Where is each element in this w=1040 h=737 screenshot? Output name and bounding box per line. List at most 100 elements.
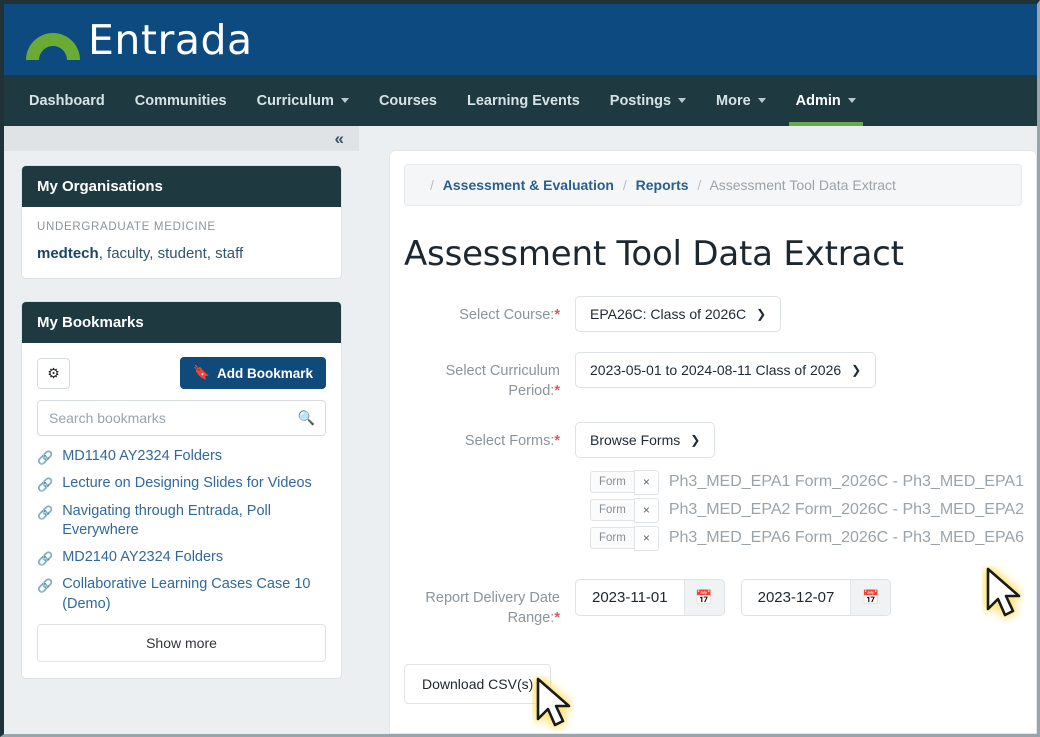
date-field-start[interactable]: 2023-11-01 📅 [575, 578, 725, 616]
list-item[interactable]: 🔗 MD2140 AY2324 Folders [37, 548, 326, 567]
main-navigation: Dashboard Communities Curriculum Courses… [4, 75, 1037, 126]
selected-forms-list: Form × Ph3_MED_EPA1 Form_2026C - Ph3_MED… [590, 469, 1036, 551]
breadcrumb-separator: / [430, 177, 434, 193]
panel-title-organisations: My Organisations [22, 166, 341, 207]
list-item[interactable]: 🔗 Collaborative Learning Cases Case 10 (… [37, 575, 326, 614]
form-row-select-forms: Select Forms:* Browse Forms ❯ [390, 421, 1036, 458]
chevron-down-icon [340, 98, 349, 103]
add-bookmark-button[interactable]: 🔖 Add Bookmark [180, 357, 326, 389]
nav-label: Dashboard [29, 92, 105, 109]
organisation-name: UNDERGRADUATE MEDICINE [37, 221, 216, 233]
label-select-curriculum-period: Select Curriculum Period:* [390, 352, 575, 402]
select-course-value: EPA26C: Class of 2026C [590, 306, 747, 322]
selected-form-name: Ph3_MED_EPA2 Form_2026C - Ph3_MED_EPA2 [668, 501, 1024, 519]
chip-type-label: Form [590, 499, 634, 522]
start-date-value[interactable]: 2023-11-01 [576, 580, 684, 615]
end-date-value[interactable]: 2023-12-07 [742, 580, 851, 615]
nav-item-more[interactable]: More [701, 75, 781, 126]
panel-title-bookmarks: My Bookmarks [22, 302, 341, 343]
nav-item-communities[interactable]: Communities [120, 75, 242, 126]
label-select-course: Select Course:* [390, 296, 575, 325]
nav-label: Courses [378, 92, 437, 109]
nav-label: Postings [609, 92, 672, 109]
sidebar-collapse-bar: « [4, 126, 359, 151]
bookmark-settings-button[interactable]: ⚙ [37, 357, 70, 389]
nav-item-courses[interactable]: Courses [364, 75, 452, 126]
calendar-icon[interactable]: 📅 [683, 579, 724, 615]
bookmark-label: Collaborative Learning Cases Case 10 (De… [62, 576, 311, 612]
select-curriculum-period-dropdown[interactable]: 2023-05-01 to 2024-08-11 Class of 2026 ❯ [575, 352, 877, 388]
page-body: « My Organisations UNDERGRADUATE MEDICIN… [4, 126, 1037, 734]
selected-form-row: Form × Ph3_MED_EPA1 Form_2026C - Ph3_MED… [590, 469, 1036, 495]
browser-viewport: Entrada Dashboard Communities Curriculum… [0, 0, 1040, 737]
required-asterisk: * [554, 383, 560, 400]
label-text: Select Course: [459, 307, 555, 323]
brand-name: Entrada [88, 16, 253, 64]
organisation-roles: medtech, faculty, student, staff [37, 245, 326, 262]
link-icon: 🔗 [37, 450, 54, 465]
breadcrumb-item-assessment-evaluation[interactable]: Assessment & Evaluation [443, 177, 614, 193]
bookmark-label: Navigating through Entrada, Poll Everywh… [62, 502, 271, 538]
bookmark-label: Lecture on Designing Slides for Videos [62, 475, 312, 492]
nav-label: Learning Events [466, 92, 580, 109]
breadcrumb: / Assessment & Evaluation / Reports / As… [404, 164, 1022, 206]
form-row-course: Select Course:* EPA26C: Class of 2026C ❯ [390, 296, 1036, 332]
chevron-down-icon: ❯ [756, 307, 767, 321]
chevron-down-icon: ❯ [851, 363, 862, 377]
nav-label: Curriculum [256, 92, 334, 109]
selected-form-name: Ph3_MED_EPA1 Form_2026C - Ph3_MED_EPA1 [668, 473, 1024, 491]
nav-label: Admin [795, 92, 841, 109]
form-row-curriculum-period: Select Curriculum Period:* 2023-05-01 to… [390, 352, 1036, 402]
search-bookmarks-input[interactable] [37, 400, 326, 436]
required-asterisk: * [554, 432, 560, 449]
form-row-date-range: Report Delivery Date Range:* 2023-11-01 … [390, 578, 1036, 629]
role-primary[interactable]: medtech [37, 245, 99, 262]
date-field-end[interactable]: 2023-12-07 📅 [740, 578, 892, 616]
nav-item-admin[interactable]: Admin [781, 75, 871, 126]
list-item[interactable]: 🔗 Navigating through Entrada, Poll Every… [37, 502, 326, 541]
chip-type-label: Form [590, 471, 634, 494]
role-others: , faculty, student, staff [98, 245, 244, 262]
label-select-forms: Select Forms:* [390, 422, 575, 451]
nav-item-postings[interactable]: Postings [595, 75, 701, 126]
browse-forms-label: Browse Forms [590, 431, 681, 448]
breadcrumb-separator: / [697, 177, 702, 193]
nav-item-curriculum[interactable]: Curriculum [242, 75, 364, 126]
nav-label: Communities [134, 92, 227, 109]
entrada-arc-logo-icon [26, 32, 80, 60]
chevron-double-left-icon[interactable]: « [335, 130, 345, 147]
nav-label: More [716, 92, 751, 109]
chevron-down-icon: ❯ [690, 432, 701, 447]
selected-form-name: Ph3_MED_EPA6 Form_2026C - Ph3_MED_EPA6 [668, 529, 1024, 547]
breadcrumb-item-reports[interactable]: Reports [636, 177, 689, 193]
link-icon: 🔗 [37, 477, 54, 493]
selected-form-row: Form × Ph3_MED_EPA2 Form_2026C - Ph3_MED… [590, 497, 1036, 523]
entrada-logo[interactable]: Entrada [22, 18, 253, 62]
add-bookmark-label: Add Bookmark [216, 365, 313, 381]
nav-item-dashboard[interactable]: Dashboard [14, 75, 120, 126]
list-item[interactable]: 🔗 MD1140 AY2324 Folders [37, 447, 326, 466]
bookmark-label: MD2140 AY2324 Folders [62, 549, 224, 566]
breadcrumb-item-current: Assessment Tool Data Extract [709, 177, 896, 193]
selected-form-row: Form × Ph3_MED_EPA6 Form_2026C - Ph3_MED… [590, 525, 1036, 551]
select-course-dropdown[interactable]: EPA26C: Class of 2026C ❯ [575, 296, 782, 332]
link-icon: 🔗 [37, 504, 54, 520]
list-item[interactable]: 🔗 Lecture on Designing Slides for Videos [37, 474, 326, 493]
label-report-delivery-date-range: Report Delivery Date Range:* [390, 579, 575, 629]
nav-item-learning-events[interactable]: Learning Events [452, 75, 595, 126]
remove-form-button[interactable]: × [633, 469, 659, 495]
calendar-icon[interactable]: 📅 [850, 579, 891, 615]
required-asterisk: * [554, 609, 560, 626]
browse-forms-dropdown[interactable]: Browse Forms ❯ [575, 421, 716, 458]
show-more-button[interactable]: Show more [37, 623, 326, 662]
link-icon: 🔗 [37, 551, 54, 567]
remove-form-button[interactable]: × [633, 525, 659, 551]
panel-my-bookmarks: My Bookmarks ⚙ 🔖 Add Bookmark Search boo… [21, 301, 342, 679]
download-csv-button[interactable]: Download CSV(s) [404, 664, 552, 705]
link-icon: 🔗 [37, 578, 54, 594]
breadcrumb-separator: / [622, 177, 627, 193]
bookmark-icon: 🔖 [193, 365, 210, 380]
remove-form-button[interactable]: × [633, 497, 659, 523]
chevron-down-icon [757, 98, 766, 103]
label-text: Select Forms: [464, 432, 555, 449]
